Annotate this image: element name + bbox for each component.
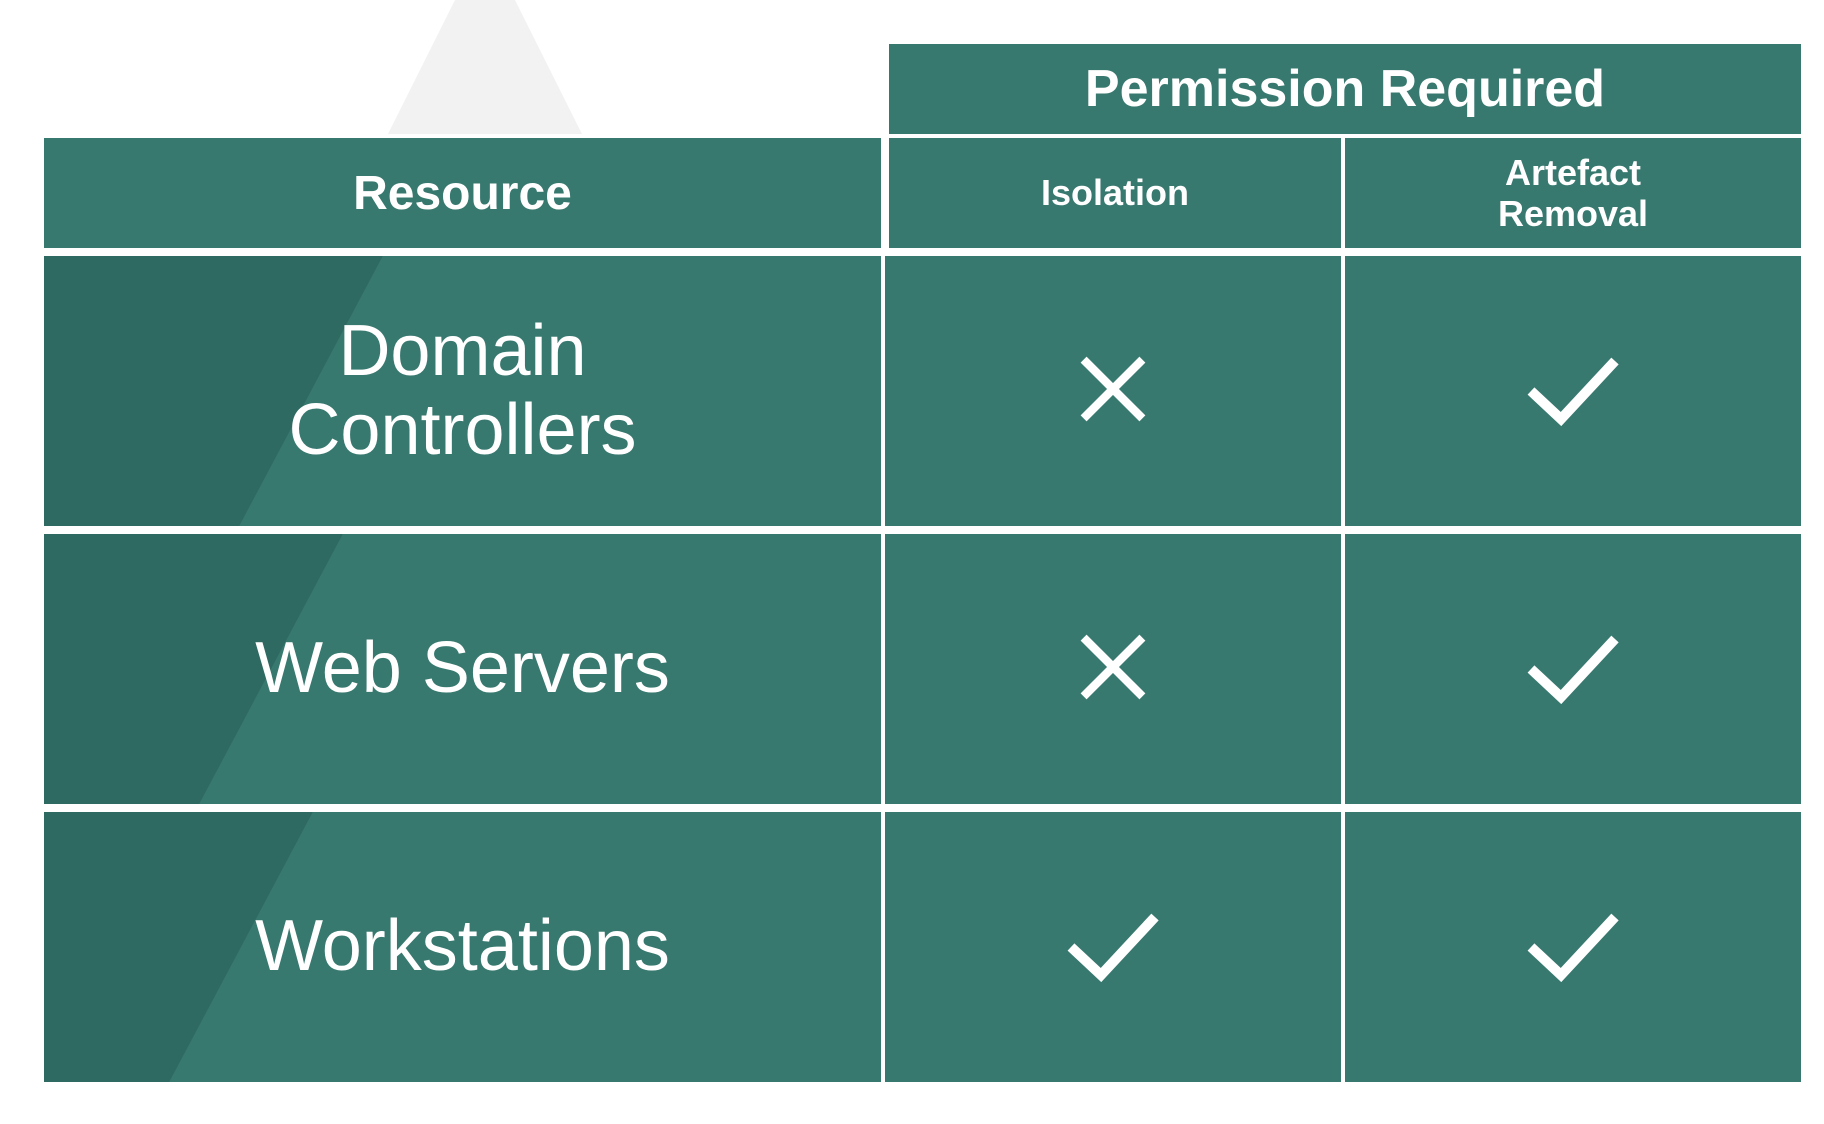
isolation-cell (885, 252, 1345, 530)
resource-cell: DomainControllers (40, 252, 885, 530)
check-icon (1523, 905, 1623, 985)
resource-cell: Workstations (40, 808, 885, 1086)
header-artefact-removal: ArtefactRemoval (1345, 134, 1805, 252)
isolation-cell (885, 530, 1345, 808)
header-row-sub: Resource Isolation ArtefactRemoval (40, 134, 1805, 252)
resource-label: Web Servers (44, 629, 881, 708)
check-icon (1523, 627, 1623, 707)
header-resource: Resource (40, 134, 885, 252)
header-permission-required: Permission Required (885, 40, 1805, 134)
artefact-cell (1345, 530, 1805, 808)
check-icon (1063, 905, 1163, 985)
cross-icon (1071, 625, 1155, 709)
artefact-cell (1345, 808, 1805, 1086)
isolation-cell (885, 808, 1345, 1086)
permission-table-wrap: Permission Required Resource Isolation A… (40, 40, 1805, 1084)
artefact-cell (1345, 252, 1805, 530)
permission-table: Permission Required Resource Isolation A… (40, 40, 1805, 1086)
check-icon (1523, 349, 1623, 429)
resource-label: Workstations (44, 907, 881, 986)
table-row: DomainControllers (40, 252, 1805, 530)
resource-cell: Web Servers (40, 530, 885, 808)
cross-icon (1071, 347, 1155, 431)
table-row: Web Servers (40, 530, 1805, 808)
header-isolation: Isolation (885, 134, 1345, 252)
table-row: Workstations (40, 808, 1805, 1086)
diagram-stage: Permission Required Resource Isolation A… (0, 0, 1824, 1124)
resource-label: DomainControllers (44, 312, 881, 470)
blank-cell (40, 40, 885, 134)
header-row-group: Permission Required (40, 40, 1805, 134)
